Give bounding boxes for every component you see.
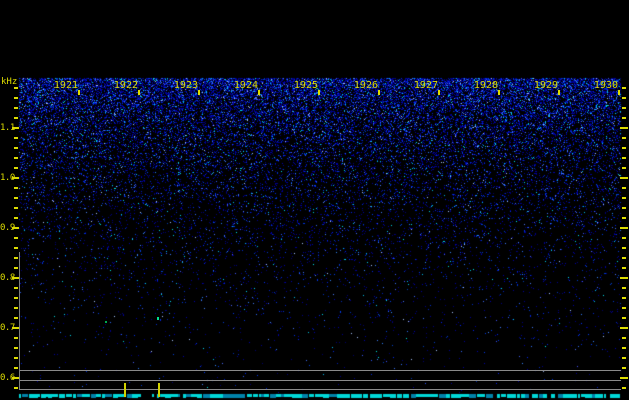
meteor-counter-mark-1 [124, 383, 126, 397]
freq-major-tick [620, 277, 628, 279]
freq-minor-tick [14, 257, 18, 259]
freq-minor-tick [14, 387, 18, 389]
freq-major-tick [12, 377, 19, 379]
spectrogram-noise-canvas [0, 0, 629, 400]
time-tick-mark [558, 90, 560, 95]
meteor-echo-dot-2 [157, 317, 159, 320]
freq-minor-tick [14, 207, 18, 209]
freq-minor-tick [622, 237, 626, 239]
time-tick-mark [258, 90, 260, 95]
freq-minor-tick [622, 137, 626, 139]
freq-minor-tick [14, 237, 18, 239]
freq-minor-tick [14, 217, 18, 219]
time-tick-label: 1928 [472, 80, 498, 91]
freq-minor-tick [14, 337, 18, 339]
freq-major-tick [620, 127, 628, 129]
time-tick-label: 1927 [412, 80, 438, 91]
time-tick-mark [378, 90, 380, 95]
freq-minor-tick [14, 107, 18, 109]
freq-minor-tick [14, 307, 18, 309]
freq-minor-tick [14, 117, 18, 119]
freq-minor-tick [622, 117, 626, 119]
freq-minor-tick [622, 347, 626, 349]
time-tick-mark [198, 90, 200, 95]
freq-major-tick [620, 377, 628, 379]
freq-major-tick [620, 227, 628, 229]
hrofft-screen: H R O F F T 1.0.0 0702231920.png meteor … [0, 0, 629, 400]
time-tick-mark [138, 90, 140, 95]
level-line-lower [19, 389, 621, 390]
freq-minor-tick [14, 347, 18, 349]
time-tick-label: 1922 [112, 80, 138, 91]
freq-minor-tick [622, 207, 626, 209]
freq-axis-unit-label: kHz [1, 77, 17, 87]
freq-major-tick [12, 277, 19, 279]
time-tick-label: 1923 [172, 80, 198, 91]
freq-minor-tick [622, 147, 626, 149]
freq-minor-tick [14, 147, 18, 149]
freq-minor-tick [14, 247, 18, 249]
time-tick-label: 1924 [232, 80, 258, 91]
freq-minor-tick [14, 367, 18, 369]
time-tick-label: 1921 [52, 80, 78, 91]
freq-minor-tick [14, 187, 18, 189]
freq-major-tick [12, 177, 19, 179]
freq-minor-tick [14, 167, 18, 169]
freq-major-tick [620, 177, 628, 179]
freq-minor-tick [14, 297, 18, 299]
freq-minor-tick [622, 217, 626, 219]
time-tick-mark [618, 90, 620, 95]
freq-minor-tick [14, 317, 18, 319]
freq-minor-tick [622, 97, 626, 99]
freq-minor-tick [14, 87, 18, 89]
freq-minor-tick [622, 307, 626, 309]
freq-minor-tick [14, 357, 18, 359]
meteor-echo-dot-1 [105, 321, 107, 323]
time-tick-mark [78, 90, 80, 95]
freq-major-tick [620, 327, 628, 329]
freq-minor-tick [622, 197, 626, 199]
freq-minor-tick [622, 357, 626, 359]
freq-minor-tick [622, 367, 626, 369]
freq-minor-tick [622, 157, 626, 159]
time-tick-mark [498, 90, 500, 95]
freq-major-tick [12, 127, 19, 129]
freq-minor-tick [622, 297, 626, 299]
level-line-upper [19, 370, 621, 371]
freq-minor-tick [622, 287, 626, 289]
freq-minor-tick [622, 107, 626, 109]
freq-minor-tick [622, 167, 626, 169]
freq-major-tick [12, 227, 19, 229]
freq-minor-tick [622, 267, 626, 269]
time-tick-label: 1929 [532, 80, 558, 91]
freq-minor-tick [622, 337, 626, 339]
freq-major-tick [12, 327, 19, 329]
freq-minor-tick [622, 187, 626, 189]
meteor-counter-mark-2 [158, 383, 160, 397]
freq-minor-tick [14, 197, 18, 199]
time-tick-label: 1926 [352, 80, 378, 91]
freq-minor-tick [14, 267, 18, 269]
freq-minor-tick [14, 137, 18, 139]
freq-minor-tick [622, 387, 626, 389]
time-tick-mark [438, 90, 440, 95]
time-tick-label: 1925 [292, 80, 318, 91]
freq-minor-tick [622, 317, 626, 319]
time-tick-label: 1930 [592, 80, 618, 91]
level-line-middle [19, 380, 621, 381]
freq-minor-tick [622, 247, 626, 249]
time-tick-mark [318, 90, 320, 95]
freq-minor-tick [14, 97, 18, 99]
freq-minor-tick [14, 287, 18, 289]
freq-minor-tick [622, 257, 626, 259]
freq-minor-tick [14, 157, 18, 159]
freq-axis-line [19, 252, 20, 389]
freq-minor-tick [622, 87, 626, 89]
